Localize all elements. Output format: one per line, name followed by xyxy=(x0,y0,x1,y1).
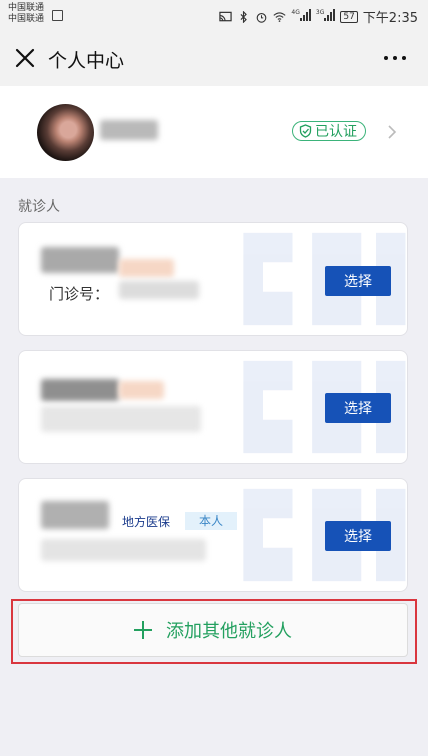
network-label-1: 4G xyxy=(291,8,311,25)
select-button[interactable]: 选择 xyxy=(325,266,391,296)
patient-card[interactable]: 选择 xyxy=(18,350,408,464)
verified-badge: 已认证 xyxy=(292,121,366,141)
blurred-patient-name xyxy=(41,501,109,529)
select-button[interactable]: 选择 xyxy=(325,393,391,423)
battery-icon: 57 xyxy=(340,10,358,23)
patient-card[interactable]: 地方医保 本人 选择 xyxy=(18,478,408,592)
page-title: 个人中心 xyxy=(48,50,125,72)
status-icons: 4G 3G 57 下午2:35 xyxy=(219,7,418,26)
close-button[interactable] xyxy=(12,45,38,71)
wifi-icon xyxy=(273,11,286,22)
more-icon xyxy=(384,56,388,60)
blurred-patient-name xyxy=(41,379,119,401)
profile-row[interactable]: 已认证 xyxy=(0,86,428,178)
verified-label: 已认证 xyxy=(315,124,357,140)
avatar xyxy=(37,104,94,161)
status-time: 下午2:35 xyxy=(362,11,418,26)
add-patient-button[interactable]: 添加其他就诊人 xyxy=(18,603,408,657)
alarm-icon xyxy=(257,12,267,23)
blurred-clinic-number xyxy=(41,406,201,432)
blurred-clinic-number xyxy=(41,539,206,561)
blurred-username xyxy=(100,120,158,140)
blurred-detail xyxy=(119,259,174,277)
carrier-2: 中国联通 xyxy=(8,14,45,24)
signal-icon-1 xyxy=(299,8,311,21)
clinic-number-label: 门诊号： xyxy=(49,285,110,303)
chevron-right-icon xyxy=(388,125,397,139)
plus-icon xyxy=(134,621,152,639)
blurred-clinic-number xyxy=(119,281,199,299)
title-bar: 个人中心 xyxy=(0,32,428,86)
bluetooth-icon xyxy=(240,10,248,23)
select-button[interactable]: 选择 xyxy=(325,521,391,551)
more-button[interactable] xyxy=(384,56,406,60)
add-patient-label: 添加其他就诊人 xyxy=(166,621,292,642)
close-icon xyxy=(15,48,35,68)
status-bar: 中国联通 中国联通 4G 3G 57 下午2:35 xyxy=(0,0,428,32)
carrier-1: 中国联通 xyxy=(8,3,45,13)
blurred-patient-name xyxy=(41,247,119,273)
relation-tag: 本人 xyxy=(185,512,237,530)
screen-mirror-icon xyxy=(52,10,63,21)
network-label-2: 3G xyxy=(316,8,336,25)
signal-icon-2 xyxy=(324,8,336,21)
shield-check-icon xyxy=(299,124,312,138)
insurance-tag: 地方医保 xyxy=(122,515,171,529)
carrier-info: 中国联通 中国联通 xyxy=(8,3,44,25)
blurred-detail xyxy=(119,381,164,399)
cast-icon xyxy=(219,11,233,21)
patient-card[interactable]: 门诊号： 选择 xyxy=(18,222,408,336)
patients-section-label: 就诊人 xyxy=(18,199,60,215)
